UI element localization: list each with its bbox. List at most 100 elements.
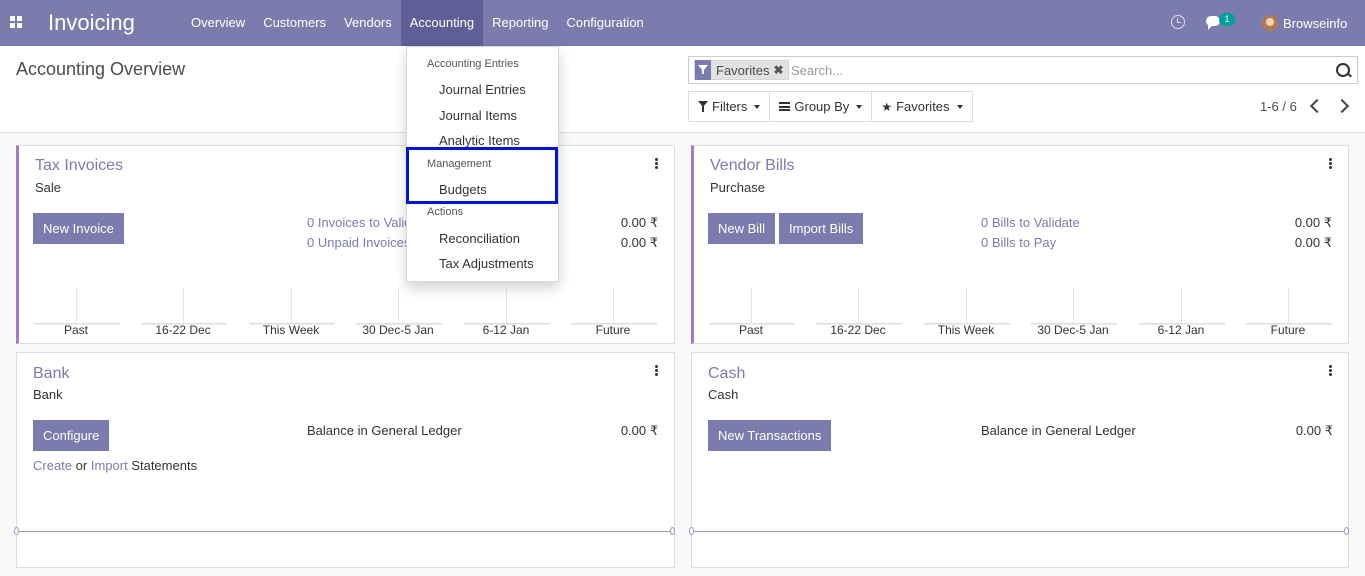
list-icon (779, 102, 791, 111)
filter-icon (695, 60, 711, 80)
graph-point (14, 527, 19, 535)
graph-point (670, 527, 675, 535)
tax-invoices-card: Tax Invoices Sale New Invoice 0 Invoices… (16, 145, 675, 344)
pager-value[interactable]: 1-6 / 6 (1260, 99, 1297, 114)
main-menu: Overview Customers Vendors Accounting Re… (182, 0, 653, 46)
balance-label: Balance in General Ledger (981, 423, 1136, 438)
unpaid-invoices-link[interactable]: 0 Unpaid Invoices (307, 235, 410, 250)
card-subtitle: Sale (35, 180, 62, 195)
kebab-icon[interactable] (1329, 158, 1332, 169)
group-by-label: Group By (794, 99, 850, 114)
menu-section-header: Accounting Entries (427, 58, 519, 70)
bills-to-pay-link[interactable]: 0 Bills to Pay (981, 235, 1056, 250)
search-input[interactable] (791, 59, 1311, 81)
card-subtitle: Bank (33, 387, 63, 402)
menu-item-journal-entries[interactable]: Journal Entries (439, 82, 526, 97)
menu-section-header: Actions (427, 206, 464, 218)
balance-graph-line[interactable] (692, 531, 1348, 532)
chart-tick: This Week (937, 323, 995, 337)
invoices-to-validate-amount: 0.00 ₹ (620, 215, 658, 230)
import-statement-link[interactable]: Import (91, 458, 128, 473)
card-title[interactable]: Bank (33, 365, 69, 383)
kebab-icon[interactable] (655, 158, 658, 169)
menu-item-reconciliation[interactable]: Reconciliation (439, 231, 520, 246)
or-text: or (75, 458, 88, 473)
graph-point (689, 527, 694, 535)
kebab-icon[interactable] (1329, 365, 1332, 376)
bills-bar-chart[interactable] (694, 286, 1349, 326)
chat-icon[interactable] (1206, 16, 1220, 30)
group-by-button[interactable]: Group By (769, 91, 873, 122)
create-statement-link[interactable]: Create (33, 458, 72, 473)
import-bills-button[interactable]: Import Bills (779, 213, 864, 244)
bills-to-pay-amount: 0.00 ₹ (1294, 235, 1332, 250)
chart-tick: This Week (262, 323, 320, 337)
menu-reporting[interactable]: Reporting (483, 0, 557, 46)
menu-accounting[interactable]: Accounting (400, 0, 484, 46)
new-transactions-button[interactable]: New Transactions (708, 420, 832, 451)
statements-text: Statements (131, 458, 198, 473)
menu-item-analytic-items[interactable]: Analytic Items (439, 133, 520, 148)
clock-icon[interactable] (1171, 15, 1185, 29)
card-title[interactable]: Cash (708, 365, 745, 383)
balance-amount: 0.00 ₹ (1295, 423, 1333, 438)
chart-tick: 16-22 Dec (155, 323, 211, 337)
caret-down-icon (856, 104, 863, 109)
menu-item-tax-adjustments[interactable]: Tax Adjustments (439, 256, 534, 271)
chart-tick: 16-22 Dec (830, 323, 886, 337)
favorites-label: Favorites (896, 99, 950, 114)
favorites-button[interactable]: ★ Favorites (871, 91, 973, 122)
kebab-icon[interactable] (655, 365, 658, 376)
balance-label: Balance in General Ledger (307, 423, 462, 438)
chart-tick: 6-12 Jan (482, 323, 530, 337)
search-icon[interactable] (1336, 63, 1350, 77)
app-title: Invoicing (48, 10, 135, 35)
filter-icon (698, 101, 708, 112)
filters-button[interactable]: Filters (688, 91, 771, 122)
chart-tick: 6-12 Jan (1157, 323, 1205, 337)
new-invoice-button[interactable]: New Invoice (33, 213, 124, 244)
card-title[interactable]: Vendor Bills (710, 157, 795, 175)
balance-graph-line[interactable] (17, 531, 674, 532)
invoices-bar-chart[interactable] (19, 286, 675, 326)
bills-to-validate-link[interactable]: 0 Bills to Validate (981, 215, 1080, 230)
configure-button[interactable]: Configure (33, 420, 110, 451)
bank-card: Bank Bank Configure Balance in General L… (14, 352, 675, 568)
bills-to-validate-amount: 0.00 ₹ (1294, 215, 1332, 230)
chevron-right-icon[interactable] (1334, 98, 1350, 114)
cash-card: Cash Cash New Transactions Balance in Ge… (689, 352, 1349, 568)
search-options: Filters Group By ★ Favorites (688, 91, 973, 122)
chart-tick: Future (1270, 323, 1306, 337)
chart-tick: Past (63, 323, 88, 337)
search-facet: Favorites ✖ (694, 60, 789, 80)
card-subtitle: Purchase (710, 180, 765, 195)
new-bill-button[interactable]: New Bill (708, 213, 775, 244)
chevron-left-icon[interactable] (1309, 98, 1325, 114)
chat-badge: 1 (1219, 13, 1235, 26)
chart-tick: Future (595, 323, 631, 337)
vendor-bills-card: Vendor Bills Purchase New Bill Import Bi… (691, 145, 1349, 344)
star-icon: ★ (881, 99, 893, 114)
top-navbar: Invoicing Overview Customers Vendors Acc… (0, 0, 1365, 46)
search-box: Favorites ✖ (688, 56, 1358, 84)
apps-icon[interactable] (10, 16, 24, 30)
control-panel: Accounting Overview Favorites ✖ Filters … (0, 46, 1365, 133)
caret-down-icon (956, 104, 963, 109)
balance-amount: 0.00 ₹ (620, 423, 658, 438)
menu-overview[interactable]: Overview (182, 0, 254, 46)
breadcrumb: Accounting Overview (16, 59, 186, 79)
caret-down-icon (754, 104, 761, 109)
chart-tick: Past (738, 323, 763, 337)
close-icon[interactable]: ✖ (773, 63, 787, 77)
card-subtitle: Cash (708, 387, 739, 402)
chart-tick: 30 Dec-5 Jan (1037, 323, 1109, 337)
menu-customers[interactable]: Customers (254, 0, 335, 46)
card-title[interactable]: Tax Invoices (35, 157, 123, 175)
unpaid-invoices-amount: 0.00 ₹ (620, 235, 658, 250)
avatar[interactable] (1262, 15, 1278, 31)
menu-configuration[interactable]: Configuration (557, 0, 652, 46)
menu-item-journal-items[interactable]: Journal Items (439, 108, 517, 123)
menu-vendors[interactable]: Vendors (335, 0, 401, 46)
user-menu[interactable]: Browseinfo (1283, 16, 1347, 31)
facet-label: Favorites (716, 62, 770, 78)
